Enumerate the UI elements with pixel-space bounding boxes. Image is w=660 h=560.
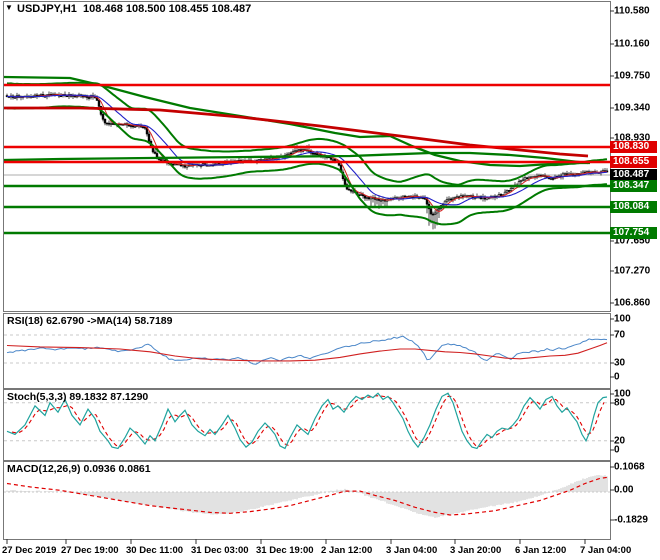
symbol-dropdown-icon[interactable]: ▼: [5, 3, 13, 12]
time-axis-label: 3 Jan 04:00: [386, 545, 438, 556]
price-badge: 108.347: [610, 180, 657, 192]
time-axis-label: 27 Dec 2019: [2, 545, 57, 556]
time-axis-label: 31 Dec 19:00: [256, 545, 314, 556]
macd-panel-label: MACD(12,26,9) 0.0936 0.0861: [7, 463, 151, 475]
indicator-axis-label: 30: [614, 357, 626, 369]
time-axis-label: 30 Dec 11:00: [126, 545, 184, 556]
indicator-axis-label: 0.00: [614, 484, 634, 496]
rsi-panel: [4, 334, 610, 365]
indicator-axis-label: -0.1829: [614, 514, 648, 526]
indicator-axis-label: 70: [614, 329, 626, 341]
stoch-panel-label: Stoch(5,3,3) 89.1832 87.1290: [7, 391, 149, 403]
price-axis-label: 109.340: [614, 102, 651, 114]
price-axis-label: 109.750: [614, 70, 651, 82]
price-axis-label: 110.580: [614, 5, 650, 17]
time-axis-label: 7 Jan 04:00: [580, 545, 632, 556]
chart-canvas[interactable]: [0, 0, 660, 560]
price-axis-label: 107.270: [614, 265, 651, 277]
indicator-axis-label: 0: [614, 371, 620, 383]
time-axis-label: 2 Jan 12:00: [321, 545, 373, 556]
time-axis-label: 27 Dec 19:00: [61, 545, 119, 556]
time-axis-label: 6 Jan 12:00: [515, 545, 567, 556]
indicator-axis-label: 100: [614, 313, 631, 325]
macd-panel: [4, 475, 610, 518]
indicator-axis-label: 0.1068: [614, 461, 645, 473]
price-axis-label: 110.160: [614, 38, 650, 50]
indicator-axis-label: 80: [614, 397, 626, 409]
symbol-period: USDJPY,H1: [17, 3, 77, 15]
chart-title: USDJPY,H1 108.468 108.500 108.455 108.48…: [17, 3, 251, 15]
trading-terminal-chart: ▼ USDJPY,H1 108.468 108.500 108.455 108.…: [0, 0, 660, 560]
price-badge: 108.084: [610, 201, 657, 213]
time-axis-label: 31 Dec 03:00: [191, 545, 249, 556]
price-axis-label: 106.860: [614, 297, 651, 309]
price-badge: 108.655: [610, 156, 657, 168]
indicator-axis-label: 0: [614, 444, 620, 456]
main-chart-area: [4, 75, 610, 235]
time-axis-label: 3 Jan 20:00: [450, 545, 502, 556]
rsi-panel-label: RSI(18) 62.6790 ->MA(14) 58.7189: [7, 315, 173, 327]
price-badge: 107.754: [610, 227, 657, 239]
ohlc-values: 108.468 108.500 108.455 108.487: [83, 3, 252, 15]
price-badge: 108.830: [610, 141, 657, 153]
